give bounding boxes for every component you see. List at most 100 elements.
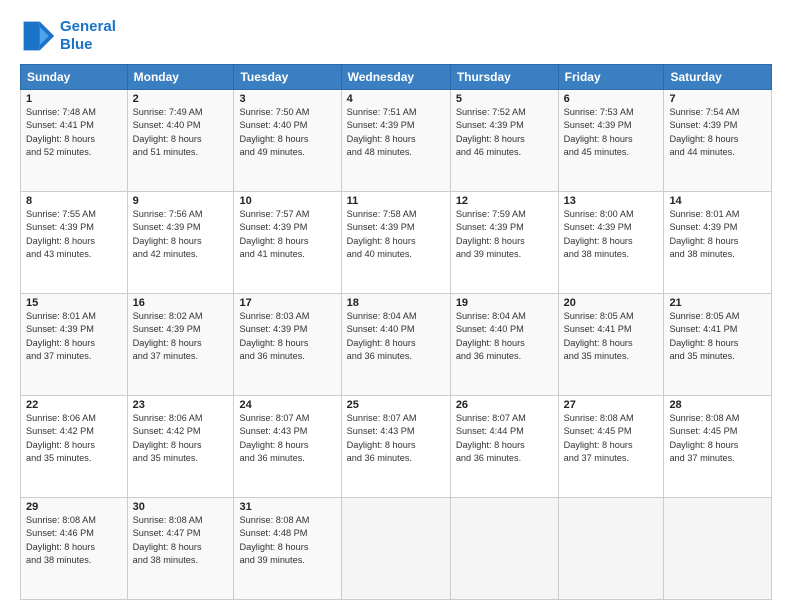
day-number: 14 [669,195,766,207]
day-cell: 11Sunrise: 7:58 AM Sunset: 4:39 PM Dayli… [341,192,450,294]
day-cell: 23Sunrise: 8:06 AM Sunset: 4:42 PM Dayli… [127,396,234,498]
day-info: Sunrise: 8:06 AM Sunset: 4:42 PM Dayligh… [26,412,122,465]
day-info: Sunrise: 8:00 AM Sunset: 4:39 PM Dayligh… [564,208,659,261]
day-info: Sunrise: 7:55 AM Sunset: 4:39 PM Dayligh… [26,208,122,261]
day-cell: 28Sunrise: 8:08 AM Sunset: 4:45 PM Dayli… [664,396,772,498]
day-info: Sunrise: 7:49 AM Sunset: 4:40 PM Dayligh… [133,106,229,159]
day-number: 8 [26,195,122,207]
day-info: Sunrise: 7:58 AM Sunset: 4:39 PM Dayligh… [347,208,445,261]
day-cell [558,498,664,600]
col-header-thursday: Thursday [450,65,558,90]
page: General Blue SundayMondayTuesdayWednesda… [0,0,792,612]
day-info: Sunrise: 8:04 AM Sunset: 4:40 PM Dayligh… [347,310,445,363]
day-cell: 25Sunrise: 8:07 AM Sunset: 4:43 PM Dayli… [341,396,450,498]
week-row-4: 22Sunrise: 8:06 AM Sunset: 4:42 PM Dayli… [21,396,772,498]
day-number: 9 [133,195,229,207]
week-row-5: 29Sunrise: 8:08 AM Sunset: 4:46 PM Dayli… [21,498,772,600]
day-cell: 12Sunrise: 7:59 AM Sunset: 4:39 PM Dayli… [450,192,558,294]
logo-text: General Blue [60,18,116,54]
day-cell: 14Sunrise: 8:01 AM Sunset: 4:39 PM Dayli… [664,192,772,294]
day-number: 12 [456,195,553,207]
day-info: Sunrise: 8:08 AM Sunset: 4:45 PM Dayligh… [564,412,659,465]
day-info: Sunrise: 7:50 AM Sunset: 4:40 PM Dayligh… [239,106,335,159]
calendar-table: SundayMondayTuesdayWednesdayThursdayFrid… [20,64,772,600]
day-number: 11 [347,195,445,207]
day-info: Sunrise: 7:57 AM Sunset: 4:39 PM Dayligh… [239,208,335,261]
day-number: 20 [564,297,659,309]
day-number: 5 [456,93,553,105]
day-number: 31 [239,501,335,513]
day-cell: 2Sunrise: 7:49 AM Sunset: 4:40 PM Daylig… [127,90,234,192]
day-info: Sunrise: 7:54 AM Sunset: 4:39 PM Dayligh… [669,106,766,159]
day-info: Sunrise: 8:02 AM Sunset: 4:39 PM Dayligh… [133,310,229,363]
day-cell [664,498,772,600]
day-info: Sunrise: 8:05 AM Sunset: 4:41 PM Dayligh… [564,310,659,363]
day-number: 13 [564,195,659,207]
day-cell: 5Sunrise: 7:52 AM Sunset: 4:39 PM Daylig… [450,90,558,192]
day-cell: 26Sunrise: 8:07 AM Sunset: 4:44 PM Dayli… [450,396,558,498]
day-cell: 19Sunrise: 8:04 AM Sunset: 4:40 PM Dayli… [450,294,558,396]
day-number: 15 [26,297,122,309]
day-cell: 20Sunrise: 8:05 AM Sunset: 4:41 PM Dayli… [558,294,664,396]
col-header-tuesday: Tuesday [234,65,341,90]
day-info: Sunrise: 8:08 AM Sunset: 4:46 PM Dayligh… [26,514,122,567]
col-header-wednesday: Wednesday [341,65,450,90]
logo-icon [20,18,56,54]
day-cell: 30Sunrise: 8:08 AM Sunset: 4:47 PM Dayli… [127,498,234,600]
week-row-1: 1Sunrise: 7:48 AM Sunset: 4:41 PM Daylig… [21,90,772,192]
day-number: 3 [239,93,335,105]
col-header-friday: Friday [558,65,664,90]
day-cell: 31Sunrise: 8:08 AM Sunset: 4:48 PM Dayli… [234,498,341,600]
day-info: Sunrise: 7:51 AM Sunset: 4:39 PM Dayligh… [347,106,445,159]
col-header-monday: Monday [127,65,234,90]
day-cell: 6Sunrise: 7:53 AM Sunset: 4:39 PM Daylig… [558,90,664,192]
week-row-2: 8Sunrise: 7:55 AM Sunset: 4:39 PM Daylig… [21,192,772,294]
day-cell: 1Sunrise: 7:48 AM Sunset: 4:41 PM Daylig… [21,90,128,192]
day-info: Sunrise: 8:08 AM Sunset: 4:45 PM Dayligh… [669,412,766,465]
day-number: 23 [133,399,229,411]
day-info: Sunrise: 8:06 AM Sunset: 4:42 PM Dayligh… [133,412,229,465]
header: General Blue [20,18,772,54]
day-number: 26 [456,399,553,411]
day-number: 27 [564,399,659,411]
day-number: 19 [456,297,553,309]
day-number: 2 [133,93,229,105]
day-info: Sunrise: 7:48 AM Sunset: 4:41 PM Dayligh… [26,106,122,159]
day-info: Sunrise: 8:04 AM Sunset: 4:40 PM Dayligh… [456,310,553,363]
day-info: Sunrise: 8:01 AM Sunset: 4:39 PM Dayligh… [669,208,766,261]
day-number: 16 [133,297,229,309]
day-cell: 9Sunrise: 7:56 AM Sunset: 4:39 PM Daylig… [127,192,234,294]
header-row: SundayMondayTuesdayWednesdayThursdayFrid… [21,65,772,90]
day-info: Sunrise: 7:53 AM Sunset: 4:39 PM Dayligh… [564,106,659,159]
day-number: 1 [26,93,122,105]
col-header-saturday: Saturday [664,65,772,90]
day-cell: 18Sunrise: 8:04 AM Sunset: 4:40 PM Dayli… [341,294,450,396]
day-info: Sunrise: 7:56 AM Sunset: 4:39 PM Dayligh… [133,208,229,261]
day-cell: 17Sunrise: 8:03 AM Sunset: 4:39 PM Dayli… [234,294,341,396]
day-number: 21 [669,297,766,309]
day-number: 25 [347,399,445,411]
day-cell: 4Sunrise: 7:51 AM Sunset: 4:39 PM Daylig… [341,90,450,192]
day-number: 29 [26,501,122,513]
day-info: Sunrise: 7:59 AM Sunset: 4:39 PM Dayligh… [456,208,553,261]
day-number: 17 [239,297,335,309]
day-info: Sunrise: 8:07 AM Sunset: 4:43 PM Dayligh… [347,412,445,465]
day-cell: 3Sunrise: 7:50 AM Sunset: 4:40 PM Daylig… [234,90,341,192]
day-number: 10 [239,195,335,207]
day-info: Sunrise: 7:52 AM Sunset: 4:39 PM Dayligh… [456,106,553,159]
day-cell: 8Sunrise: 7:55 AM Sunset: 4:39 PM Daylig… [21,192,128,294]
day-cell: 15Sunrise: 8:01 AM Sunset: 4:39 PM Dayli… [21,294,128,396]
day-number: 4 [347,93,445,105]
day-info: Sunrise: 8:07 AM Sunset: 4:43 PM Dayligh… [239,412,335,465]
day-cell [450,498,558,600]
day-number: 22 [26,399,122,411]
day-number: 18 [347,297,445,309]
day-cell: 7Sunrise: 7:54 AM Sunset: 4:39 PM Daylig… [664,90,772,192]
day-info: Sunrise: 8:07 AM Sunset: 4:44 PM Dayligh… [456,412,553,465]
day-cell: 16Sunrise: 8:02 AM Sunset: 4:39 PM Dayli… [127,294,234,396]
day-number: 30 [133,501,229,513]
day-cell: 24Sunrise: 8:07 AM Sunset: 4:43 PM Dayli… [234,396,341,498]
day-cell: 22Sunrise: 8:06 AM Sunset: 4:42 PM Dayli… [21,396,128,498]
day-number: 24 [239,399,335,411]
day-cell [341,498,450,600]
